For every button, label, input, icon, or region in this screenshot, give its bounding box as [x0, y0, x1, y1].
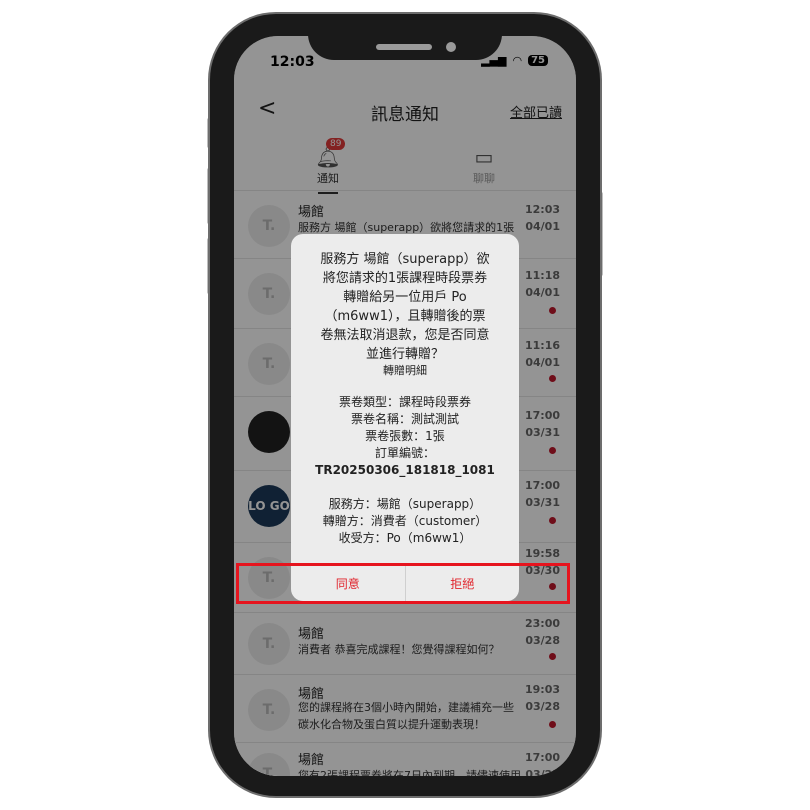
- provider: 服務方：場館（superapp）: [328, 497, 482, 511]
- ticket-type: 票卷類型：課程時段票券: [338, 395, 471, 409]
- ticket-count: 票卷張數：1張: [365, 429, 445, 443]
- speaker-grille: [376, 44, 432, 50]
- highlight-box: [236, 563, 570, 604]
- front-camera: [446, 42, 456, 52]
- order-number: TR20250306_181818_1081: [315, 463, 495, 477]
- transfer-details: 票卷類型：課程時段票券 票卷名稱：測試測試 票卷張數：1張 訂單編號： TR20…: [291, 394, 519, 547]
- phone-notch: [308, 14, 502, 60]
- ticket-name: 票卷名稱：測試測試: [350, 412, 459, 426]
- dialog-subtitle: 轉贈明細: [383, 364, 427, 377]
- dialog-message: 服務方 場館（superapp）欲 將您請求的1張課程時段票券 轉贈給另一位用戶…: [320, 252, 490, 362]
- transfer-confirm-dialog: 服務方 場館（superapp）欲 將您請求的1張課程時段票券 轉贈給另一位用戶…: [291, 234, 519, 602]
- sender: 轉贈方：消費者（customer）: [322, 514, 488, 528]
- recipient: 收受方：Po（m6ww1）: [338, 531, 472, 545]
- order-number-label: 訂單編號：: [374, 446, 435, 460]
